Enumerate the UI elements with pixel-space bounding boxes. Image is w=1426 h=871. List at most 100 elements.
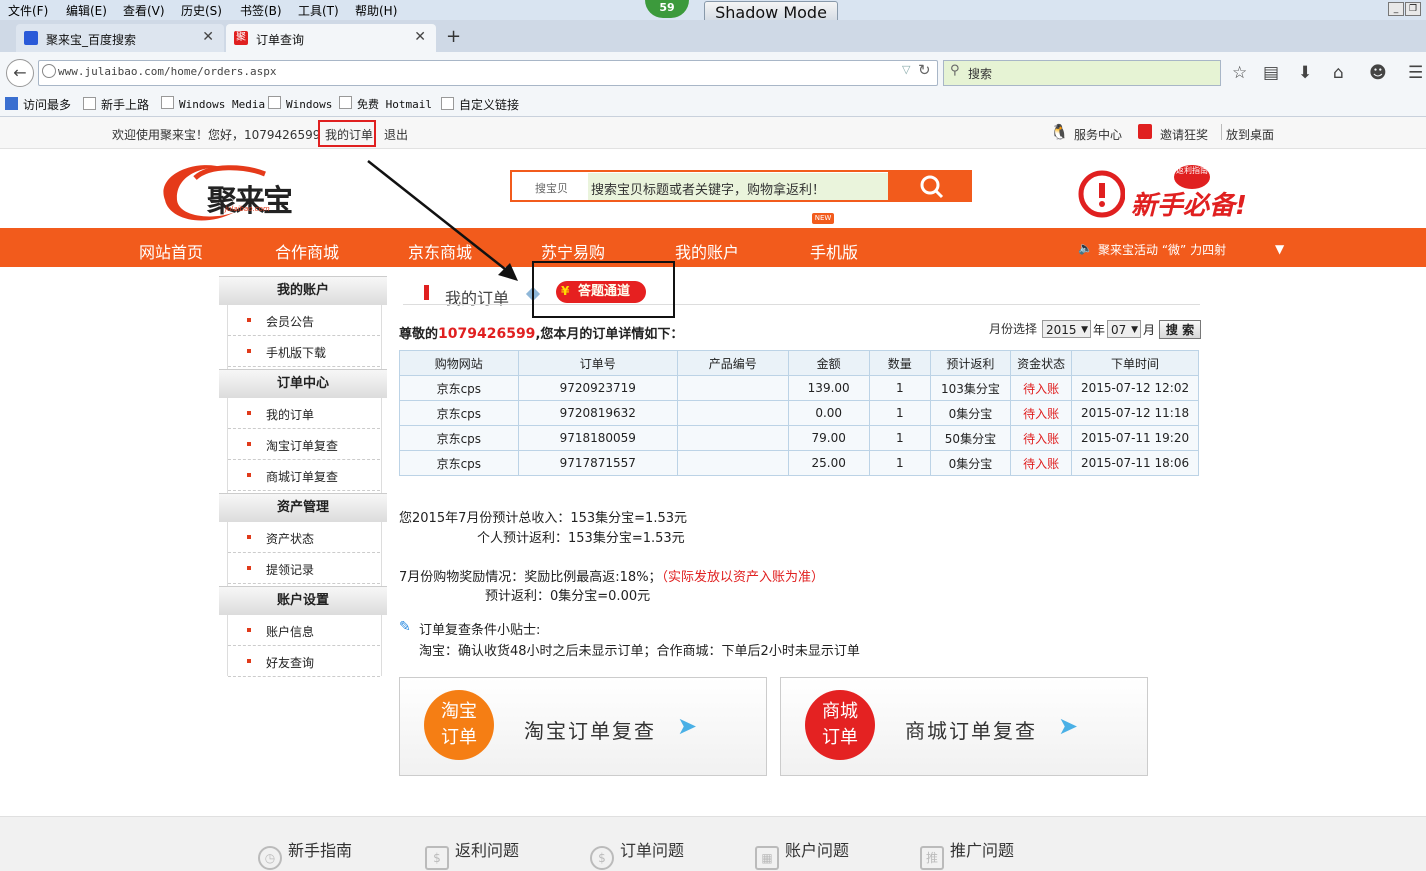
- month-select[interactable]: 07 ▼: [1107, 320, 1141, 338]
- reload-icon[interactable]: ↻: [918, 61, 931, 79]
- tab-orders[interactable]: 聚 订单查询 ✕: [226, 24, 436, 52]
- footer-rebate-questions[interactable]: $ 返利问题: [425, 837, 519, 870]
- menu-help[interactable]: 帮助(H): [355, 2, 397, 19]
- chevron-down-icon[interactable]: ▼: [1275, 242, 1284, 256]
- gift-icon: ▦: [755, 846, 779, 870]
- hamburger-menu-icon[interactable]: ☰: [1408, 63, 1423, 83]
- sidebar-item-announcements[interactable]: 会员公告: [228, 305, 380, 336]
- cell-rebate: 0集分宝: [929, 400, 1012, 426]
- menu-view[interactable]: 查看(V): [123, 2, 165, 19]
- sidebar-item-withdraw-records[interactable]: 提领记录: [228, 553, 380, 584]
- clock-icon: ◷: [258, 846, 282, 870]
- home-icon[interactable]: ⌂: [1333, 63, 1344, 83]
- sidebar-head-assets[interactable]: 资产管理: [219, 493, 387, 522]
- cell-status[interactable]: 待入账: [1010, 425, 1073, 451]
- tab-baidu[interactable]: 聚来宝_百度搜索 ✕: [16, 24, 224, 52]
- table-row: 京东cps 9720819632 0.00 1 0集分宝 待入账 2015-07-12 11…: [399, 400, 1199, 426]
- cell-amount: 139.00: [787, 375, 870, 401]
- download-icon[interactable]: ⬇: [1298, 63, 1312, 83]
- month-unit: 月: [1143, 323, 1156, 337]
- cell-product-no: [676, 400, 789, 426]
- cell-time: 2015-07-12 11:18: [1071, 400, 1199, 426]
- cell-product-no: [676, 425, 789, 451]
- dropdown-icon[interactable]: ▽: [902, 63, 910, 76]
- cell-status[interactable]: 待入账: [1010, 375, 1073, 401]
- nav-mobile[interactable]: 手机版: [810, 239, 858, 263]
- bookmark-label: 新手上路: [101, 98, 150, 112]
- cell-qty: 1: [868, 400, 931, 426]
- nav-home[interactable]: 网站首页: [139, 239, 203, 263]
- url-text[interactable]: www.julaibao.com/home/orders.aspx: [58, 65, 277, 78]
- sidebar-item-taobao-recheck[interactable]: 淘宝订单复查: [228, 429, 380, 460]
- footer-newbie-guide[interactable]: ◷ 新手指南: [258, 837, 352, 870]
- footer-label: 新手指南: [288, 841, 353, 860]
- cell-status[interactable]: 待入账: [1010, 400, 1073, 426]
- page-icon: [339, 96, 352, 109]
- star-icon[interactable]: ☆: [1232, 63, 1247, 83]
- qq-penguin-icon: 🐧: [1050, 123, 1069, 141]
- bookmark-most-visited[interactable]: 访问最多: [5, 96, 71, 113]
- close-icon[interactable]: ✕: [414, 29, 426, 45]
- menu-edit[interactable]: 编辑(E): [66, 2, 107, 19]
- divider: [1221, 124, 1222, 140]
- sidebar-item-account-info[interactable]: 账户信息: [228, 615, 380, 646]
- cell-amount: 0.00: [787, 400, 870, 426]
- bookmark-custom-links[interactable]: 自定义链接: [441, 96, 519, 113]
- bookmark-label: Windows: [286, 98, 333, 111]
- logout-link[interactable]: 退出: [384, 126, 408, 143]
- search-scope-label[interactable]: 搜宝贝: [535, 180, 568, 196]
- sidebar-item-my-orders[interactable]: 我的订单: [228, 398, 380, 429]
- nav-suning[interactable]: 苏宁易购: [541, 239, 605, 263]
- menu-history[interactable]: 历史(S): [181, 2, 222, 19]
- site-search-button[interactable]: [890, 170, 972, 202]
- cell-amount: 79.00: [787, 425, 870, 451]
- footer-bar: [0, 816, 1426, 871]
- page-icon: [268, 96, 281, 109]
- sidebar-head-settings[interactable]: 账户设置: [219, 586, 387, 615]
- close-icon[interactable]: ✕: [202, 29, 214, 45]
- coin-tag-icon: $: [590, 846, 614, 870]
- bookmark-hotmail[interactable]: 免费 Hotmail: [339, 96, 432, 112]
- bookmark-windows-media[interactable]: Windows Media: [161, 96, 265, 111]
- cell-time: 2015-07-12 12:02: [1071, 375, 1199, 401]
- back-button[interactable]: ←: [6, 59, 34, 87]
- newbie-guide-banner[interactable]: 返利指南 新手必备!: [1075, 165, 1285, 221]
- sidebar-item-mall-recheck[interactable]: 商城订单复查: [228, 460, 380, 491]
- invite-link[interactable]: 邀请狂奖: [1160, 126, 1208, 143]
- cell-rebate: 0集分宝: [929, 450, 1012, 476]
- footer-order-questions[interactable]: $ 订单问题: [590, 837, 684, 870]
- footer-promo-questions[interactable]: 推推广问题: [920, 837, 1014, 870]
- month-search-button[interactable]: 搜 索: [1159, 320, 1201, 339]
- menu-bookmarks[interactable]: 书签(B): [240, 2, 282, 19]
- menu-file[interactable]: 文件(F): [8, 2, 48, 19]
- sidebar-item-asset-status[interactable]: 资产状态: [228, 522, 380, 553]
- chat-icon[interactable]: ☻: [1369, 63, 1387, 83]
- nav-partner-mall[interactable]: 合作商城: [275, 239, 339, 263]
- service-center-link[interactable]: 服务中心: [1074, 126, 1122, 143]
- bookmark-getting-started[interactable]: 新手上路: [83, 96, 149, 113]
- desktop-link[interactable]: 放到桌面: [1226, 126, 1274, 143]
- card-label: 商城订单复查: [905, 719, 1037, 743]
- sidebar-head-orders[interactable]: 订单中心: [219, 369, 387, 398]
- taobao-recheck-card[interactable]: 淘宝 订单 淘宝订单复查 ➤: [399, 677, 767, 776]
- cell-order-no: 9718180059: [517, 425, 678, 451]
- menu-tools[interactable]: 工具(T): [298, 2, 339, 19]
- minimize-icon[interactable]: _: [1388, 2, 1404, 16]
- sidebar-item-mobile-download[interactable]: 手机版下载: [228, 336, 380, 367]
- mall-recheck-card[interactable]: 商城 订单 商城订单复查 ➤: [780, 677, 1148, 776]
- year-select[interactable]: 2015 ▼: [1042, 320, 1091, 338]
- welcome-text: 欢迎使用聚来宝！您好，1079426599: [112, 128, 321, 142]
- footer-account-questions[interactable]: ▦ 账户问题: [755, 837, 849, 870]
- new-tab-button[interactable]: +: [446, 26, 461, 47]
- sidebar-item-friends[interactable]: 好友查询: [228, 646, 380, 677]
- announcement-text[interactable]: 聚来宝活动 “微” 力四射: [1098, 241, 1226, 258]
- reading-list-icon[interactable]: ▤: [1263, 63, 1279, 83]
- bookmark-windows[interactable]: Windows: [268, 96, 332, 111]
- restore-icon[interactable]: ❐: [1405, 2, 1421, 16]
- cell-status[interactable]: 待入账: [1010, 450, 1073, 476]
- nav-my-account[interactable]: 我的账户: [675, 239, 739, 263]
- bookmark-label: Windows Media: [179, 98, 266, 111]
- julaibao-logo[interactable]: 聚来宝 julaibao.com: [155, 160, 300, 222]
- col-qty: 数量: [868, 350, 931, 376]
- sidebar-item-label: 资产状态: [266, 532, 315, 546]
